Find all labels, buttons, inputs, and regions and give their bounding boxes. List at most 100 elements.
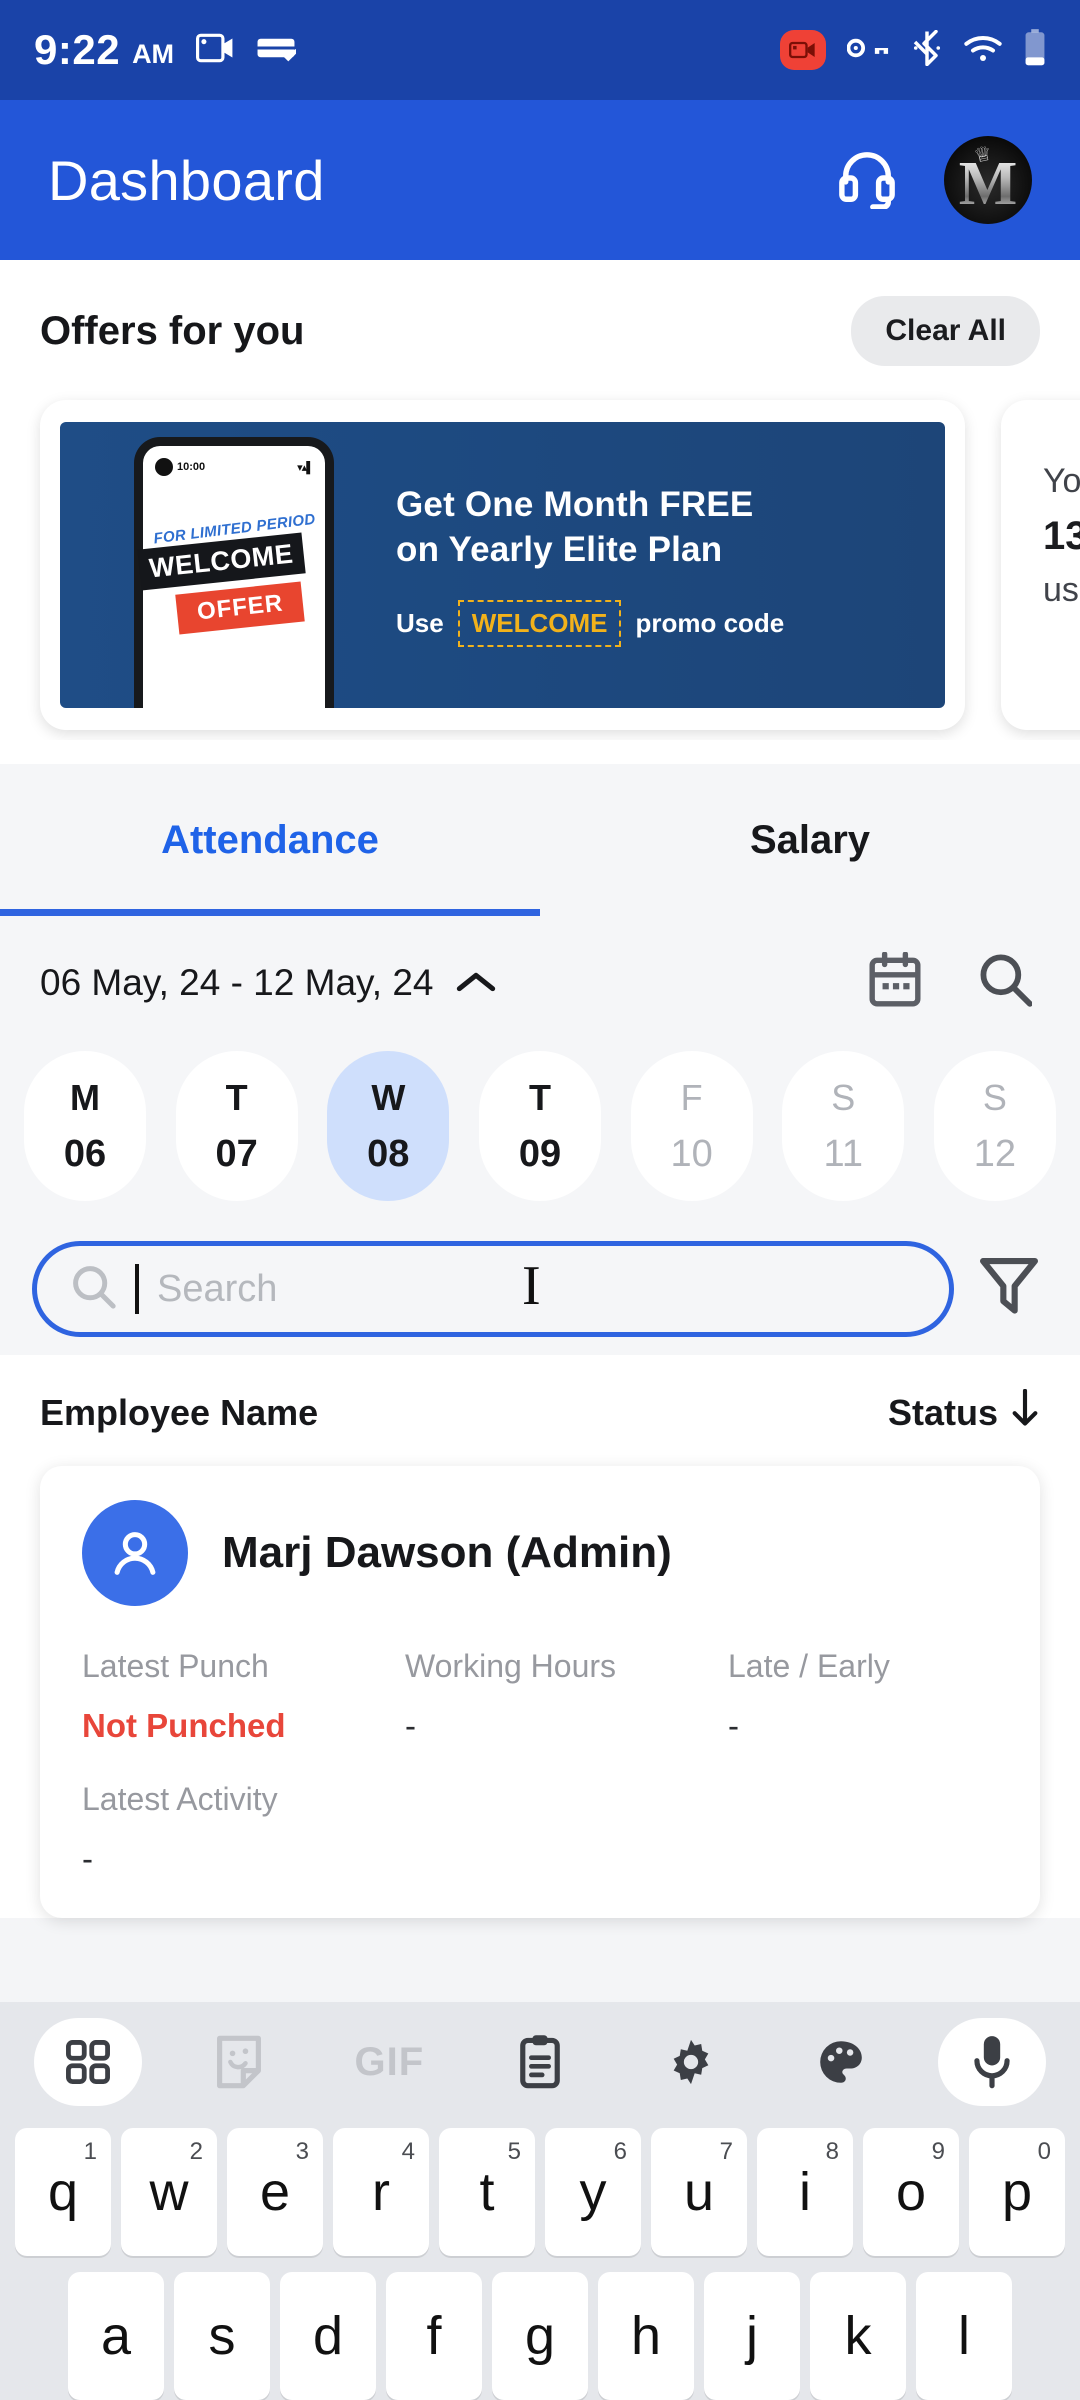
- filter-icon[interactable]: [978, 1254, 1040, 1325]
- search-icon[interactable]: [978, 952, 1033, 1013]
- search-placeholder: Search: [157, 1267, 278, 1310]
- day-number: 08: [367, 1132, 410, 1175]
- banner-headline-2: on Yearly Elite Plan: [396, 529, 723, 569]
- column-status-sort[interactable]: Status: [888, 1388, 1040, 1436]
- key-f[interactable]: f: [386, 2272, 482, 2400]
- chevron-up-icon[interactable]: [456, 962, 496, 1004]
- key-j[interactable]: j: [704, 2272, 800, 2400]
- key-number: 9: [931, 2138, 945, 2165]
- keyboard-row-1: 1q 2w 3e 4r 5t 6y 7u 8i 9o 0p: [0, 2120, 1080, 2256]
- offer-card-secondary[interactable]: Yo 13 us: [1001, 400, 1080, 730]
- offer-card-welcome[interactable]: 10:00 ▾▴▌ FOR LIMITED PERIOD WELCOME OFF…: [40, 400, 965, 730]
- palette-icon[interactable]: [787, 2018, 895, 2106]
- day-chip-sun[interactable]: S 12: [933, 1051, 1056, 1201]
- key-s[interactable]: s: [174, 2272, 270, 2400]
- key-l[interactable]: l: [916, 2272, 1012, 2400]
- date-range-label: 06 May, 24 - 12 May, 24: [40, 961, 434, 1003]
- key-o[interactable]: 9o: [863, 2128, 959, 2256]
- person-icon: [82, 1500, 188, 1606]
- key-e[interactable]: 3e: [227, 2128, 323, 2256]
- offers-carousel[interactable]: 10:00 ▾▴▌ FOR LIMITED PERIOD WELCOME OFF…: [0, 366, 1080, 740]
- day-name: S: [982, 1076, 1007, 1118]
- day-name: W: [371, 1076, 406, 1118]
- key-a[interactable]: a: [68, 2272, 164, 2400]
- key-label: s: [208, 2306, 236, 2366]
- stat-value: -: [405, 1707, 416, 1744]
- key-w[interactable]: 2w: [121, 2128, 217, 2256]
- key-number: 3: [295, 2138, 309, 2165]
- crown-icon: ♕: [972, 142, 995, 168]
- app-bar-actions: ♕ M: [838, 136, 1032, 224]
- status-bar: 9:22 AM: [0, 0, 1080, 100]
- clipboard-icon[interactable]: [486, 2018, 594, 2106]
- attendance-panel: 06 May, 24 - 12 May, 24 M 06 T 07 W 08 T…: [0, 916, 1080, 1355]
- day-chip-fri[interactable]: F 10: [630, 1051, 753, 1201]
- key-number: 4: [401, 2138, 415, 2165]
- clear-all-button[interactable]: Clear All: [851, 296, 1040, 366]
- employee-stats: Latest Punch Not Punched Working Hours -…: [82, 1648, 998, 1745]
- day-chip-sat[interactable]: S 11: [782, 1051, 905, 1201]
- key-i[interactable]: 8i: [757, 2128, 853, 2256]
- key-label: l: [958, 2306, 970, 2366]
- employee-list: Employee Name Status Marj Dawson (Admin)…: [0, 1355, 1080, 1918]
- key-label: i: [799, 2162, 811, 2222]
- status-time: 9:22: [34, 26, 121, 73]
- offer2-line2: 13: [1043, 514, 1080, 558]
- key-number: 2: [189, 2138, 203, 2165]
- stat-latest-activity: Latest Activity -: [82, 1781, 998, 1878]
- offers-header: Offers for you Clear All: [0, 296, 1080, 366]
- key-g[interactable]: g: [492, 2272, 588, 2400]
- key-u[interactable]: 7u: [651, 2128, 747, 2256]
- stat-late-early: Late / Early -: [728, 1648, 998, 1745]
- phone-screen: 9:22 AM Dashboard ♕ M Offers for you Cle…: [0, 0, 1080, 2400]
- key-d[interactable]: d: [280, 2272, 376, 2400]
- sticker-icon[interactable]: [185, 2018, 293, 2106]
- banner-offer-text: OFFER: [175, 581, 306, 635]
- day-name: F: [680, 1076, 703, 1118]
- key-label: e: [259, 2162, 291, 2222]
- banner-headline-1: Get One Month FREE: [396, 484, 754, 524]
- settings-gear-icon[interactable]: [637, 2018, 745, 2106]
- tab-salary[interactable]: Salary: [540, 764, 1080, 916]
- apps-grid-icon[interactable]: [34, 2018, 142, 2106]
- key-h[interactable]: h: [598, 2272, 694, 2400]
- banner-promo-row: Use WELCOME promo code: [396, 600, 784, 648]
- search-input[interactable]: Search I: [32, 1241, 954, 1337]
- table-row[interactable]: Marj Dawson (Admin) Latest Punch Not Pun…: [40, 1466, 1040, 1918]
- tab-attendance[interactable]: Attendance: [0, 764, 540, 916]
- stat-value: -: [82, 1840, 93, 1877]
- key-p[interactable]: 0p: [969, 2128, 1065, 2256]
- stat-label: Working Hours: [405, 1648, 617, 1684]
- day-number: 09: [518, 1132, 562, 1175]
- avatar[interactable]: ♕ M: [944, 136, 1032, 224]
- stat-working-hours: Working Hours -: [405, 1648, 728, 1745]
- day-chip-mon[interactable]: M 06: [24, 1051, 146, 1201]
- status-bar-left: 9:22 AM: [34, 26, 298, 74]
- calendar-icon[interactable]: [868, 951, 922, 1013]
- employee-header: Marj Dawson (Admin): [82, 1500, 998, 1606]
- day-chip-thu[interactable]: T 09: [478, 1051, 601, 1201]
- date-range-selector[interactable]: 06 May, 24 - 12 May, 24: [40, 962, 496, 1004]
- key-number: 5: [507, 2138, 521, 2165]
- key-label: g: [524, 2306, 556, 2366]
- key-y[interactable]: 6y: [545, 2128, 641, 2256]
- microphone-icon[interactable]: [937, 2018, 1046, 2106]
- wifi-icon: [963, 33, 1003, 68]
- gif-icon[interactable]: GIF: [335, 2018, 443, 2106]
- day-chip-wed[interactable]: W 08: [327, 1051, 450, 1201]
- day-name: T: [528, 1076, 551, 1118]
- promo-code-chip[interactable]: WELCOME: [457, 600, 622, 648]
- key-q[interactable]: 1q: [15, 2128, 111, 2256]
- phone-mockup-image: 10:00 ▾▴▌ FOR LIMITED PERIOD WELCOME OFF…: [134, 437, 334, 708]
- day-chip-tue[interactable]: T 07: [175, 1051, 298, 1201]
- key-t[interactable]: 5t: [439, 2128, 535, 2256]
- arrow-down-icon: [1010, 1388, 1040, 1436]
- bluetooth-icon: [912, 29, 942, 71]
- headset-icon[interactable]: [838, 147, 896, 214]
- key-label: f: [426, 2306, 442, 2366]
- key-label: o: [895, 2162, 927, 2222]
- key-r[interactable]: 4r: [333, 2128, 429, 2256]
- offers-section: Offers for you Clear All 10:00 ▾▴▌ FOR L…: [0, 260, 1080, 764]
- day-name: S: [831, 1076, 856, 1118]
- key-k[interactable]: k: [810, 2272, 906, 2400]
